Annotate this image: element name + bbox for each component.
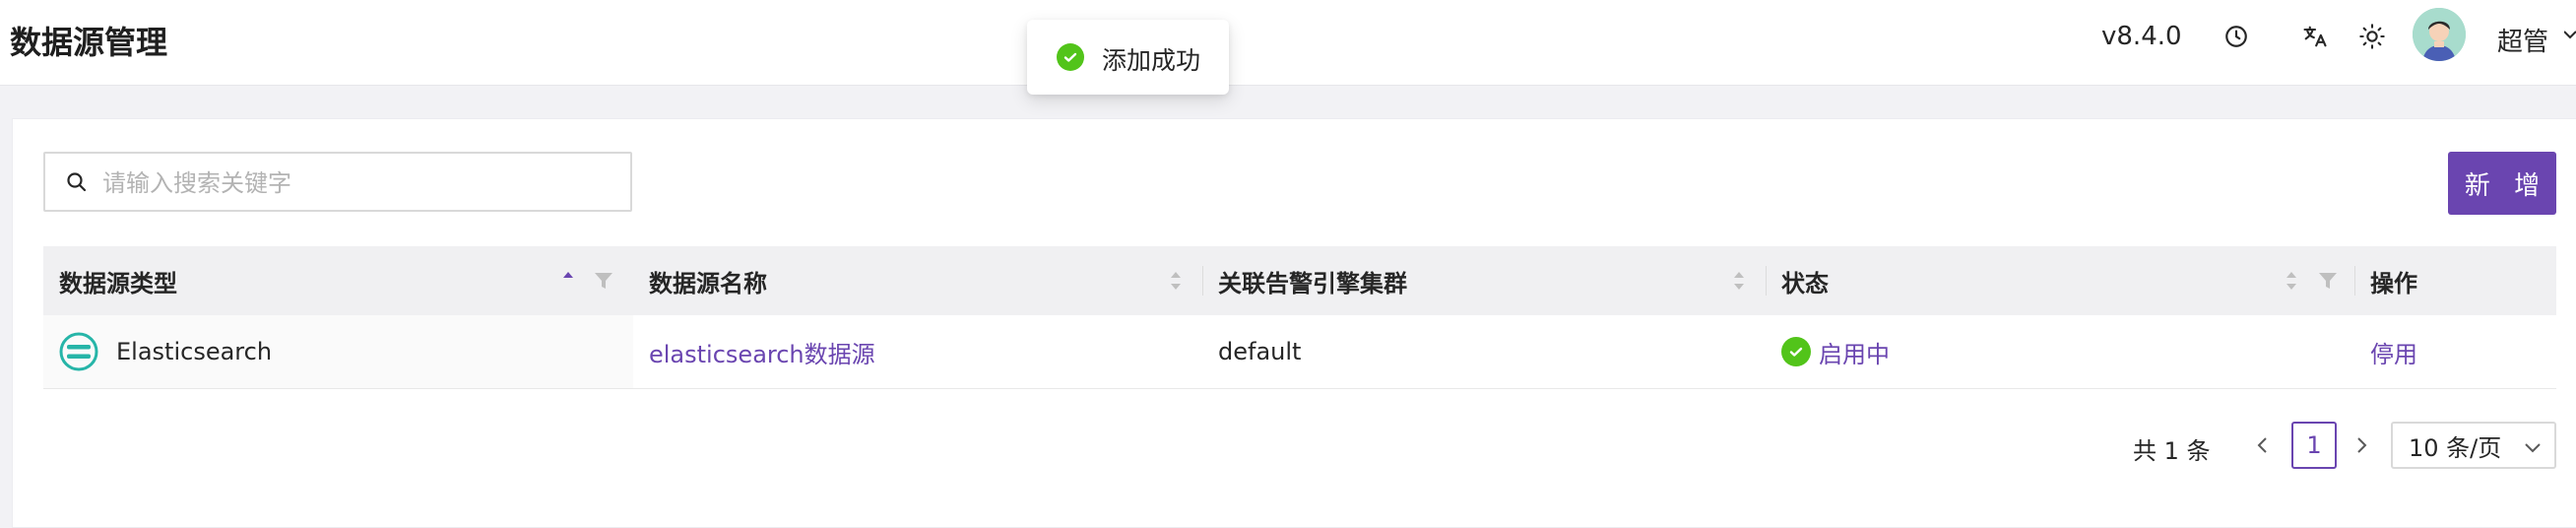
search-input[interactable]	[100, 164, 616, 203]
cell-name[interactable]: elasticsearch数据源	[649, 315, 875, 388]
theme-sun-icon[interactable]	[2355, 20, 2389, 53]
column-header-type[interactable]: 数据源类型	[43, 246, 633, 315]
username[interactable]: 超管	[2497, 22, 2548, 58]
cell-action[interactable]: 停用	[2370, 315, 2417, 388]
success-check-icon	[1057, 43, 1084, 71]
datasource-table: 数据源类型 数据源名称 关联告警引擎集群 状态 操作 Elasticsearch…	[43, 246, 2556, 389]
filter-icon[interactable]	[2317, 270, 2339, 292]
page-number[interactable]: 1	[2291, 422, 2337, 469]
version-label: v8.4.0	[2101, 22, 2182, 51]
cell-cluster: default	[1218, 338, 1302, 365]
success-toast: 添加成功	[1027, 20, 1229, 95]
column-header-name[interactable]: 数据源名称	[633, 246, 1202, 315]
elasticsearch-logo-icon	[59, 332, 98, 371]
datasource-name-link[interactable]: elasticsearch数据源	[649, 335, 875, 369]
column-header-status[interactable]: 状态	[1766, 246, 2354, 315]
cell-type: Elasticsearch	[43, 315, 633, 388]
sort-icon[interactable]	[1732, 266, 1746, 296]
table-header: 数据源类型 数据源名称 关联告警引擎集群 状态 操作	[43, 246, 2556, 315]
total-count: 共 1 条	[2133, 437, 2211, 465]
toast-message: 添加成功	[1102, 46, 1201, 75]
prev-page-icon[interactable]	[2255, 431, 2271, 463]
status-text: 启用中	[1819, 340, 1890, 368]
column-header-actions: 操作	[2370, 269, 2417, 297]
top-header: 数据源管理 v8.4.0 超管	[0, 0, 2576, 86]
status-check-icon	[1781, 337, 1811, 366]
table-row: Elasticsearch elasticsearch数据源 default 启…	[43, 315, 2556, 389]
history-icon[interactable]	[2220, 20, 2253, 53]
page-size-select[interactable]: 10 条/页	[2391, 422, 2556, 469]
next-page-icon[interactable]	[2353, 431, 2369, 463]
sort-icon[interactable]	[2285, 266, 2298, 296]
sort-icon[interactable]	[561, 266, 575, 296]
search-icon	[65, 170, 89, 198]
chevron-down-icon[interactable]	[2563, 22, 2576, 53]
add-button[interactable]: 新 增	[2448, 152, 2556, 215]
chevron-down-icon	[2523, 435, 2543, 463]
disable-link[interactable]: 停用	[2370, 335, 2417, 369]
pagination: 共 1 条 1 10 条/页	[0, 422, 2576, 471]
avatar[interactable]	[2413, 8, 2466, 61]
column-header-cluster[interactable]: 关联告警引擎集群	[1202, 246, 1766, 315]
filter-icon[interactable]	[593, 270, 614, 292]
page-title: 数据源管理	[10, 24, 168, 61]
search-box[interactable]	[43, 152, 632, 212]
cell-status: 启用中	[1781, 315, 1890, 388]
sort-icon[interactable]	[1169, 266, 1183, 296]
translate-icon[interactable]	[2298, 20, 2332, 53]
